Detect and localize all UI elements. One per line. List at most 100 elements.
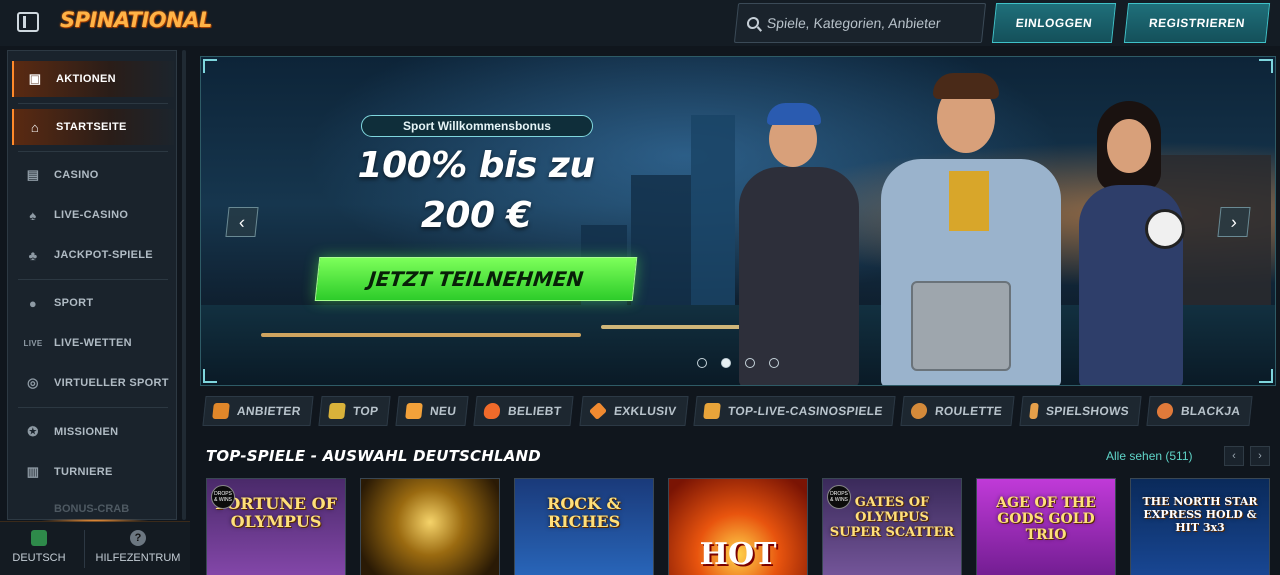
sidebar-item-label: JACKPOT-SPIELE (54, 249, 153, 261)
sidebar-item-jackpot-spiele[interactable]: ♣ JACKPOT-SPIELE (12, 237, 174, 273)
provider-icon (212, 403, 230, 419)
sidebar-item-aktionen[interactable]: ▣ AKTIONEN (12, 61, 174, 97)
search-input[interactable] (766, 15, 968, 31)
banner-dot[interactable] (745, 358, 755, 368)
footer-divider (84, 530, 85, 568)
top-header: SPINATIONAL EINLOGGEN REGISTRIEREN (0, 0, 1280, 46)
login-button[interactable]: EINLOGGEN (991, 3, 1117, 43)
see-all-link[interactable]: Alle sehen (511) (1106, 449, 1193, 463)
category-spielshows[interactable]: SPIELSHOWS (1019, 396, 1142, 426)
banner-dot-active[interactable] (721, 358, 731, 368)
sidebar-item-label: MISSIONEN (54, 426, 119, 438)
category-anbieter[interactable]: ANBIETER (202, 396, 314, 426)
sidebar-item-turniere[interactable]: ▥ TURNIERE (12, 454, 174, 490)
help-icon: ? (130, 530, 146, 546)
banner-pagination (697, 358, 779, 368)
game-title: ROCK & RICHES (547, 494, 621, 531)
sidebar-scrollbar[interactable] (182, 50, 186, 520)
search-box[interactable] (733, 3, 987, 43)
sidebar-divider (18, 279, 168, 280)
game-title: HOT (699, 537, 777, 572)
sidebar-item-label: AKTIONEN (56, 73, 116, 85)
banner-badge: Sport Willkommensbonus (361, 115, 593, 137)
sidebar-toggle-icon[interactable] (17, 12, 39, 32)
sidebar-item-sport[interactable]: ● SPORT (12, 285, 174, 321)
game-tile-gates-of-olympus[interactable]: DROPS & WINS GATES OF OLYMPUS SUPER SCAT… (822, 478, 962, 575)
banner-dot[interactable] (769, 358, 779, 368)
top-games-title: TOP-SPIELE - AUSWAHL DEUTSCHLAND (206, 447, 541, 465)
brand-logo[interactable]: SPINATIONAL (60, 8, 212, 38)
clover-icon: ♣ (28, 247, 38, 263)
banner-prev-arrow-icon[interactable]: ‹ (225, 207, 259, 237)
category-label: ANBIETER (236, 404, 302, 418)
game-tile-fortune-of-olympus[interactable]: DROPS & WINS FORTUNE OF OLYMPUS (206, 478, 346, 575)
game-tile-age-of-the-gods[interactable]: AGE OF THE GODS GOLD TRIO (976, 478, 1116, 575)
category-label: BELIEBT (507, 404, 563, 418)
street-lights (261, 333, 581, 337)
diamond-icon (588, 401, 607, 421)
category-beliebt[interactable]: BELIEBT (473, 396, 575, 426)
sidebar-item-label: TURNIERE (54, 466, 113, 478)
category-label: NEU (429, 404, 458, 418)
trophy-icon (327, 403, 346, 419)
category-blackjack[interactable]: BLACKJA (1146, 396, 1254, 426)
globe-icon (31, 530, 47, 546)
sidebar: ▣ AKTIONEN ⌂ STARTSEITE ▤ CASINO ♠ LIVE-… (7, 50, 177, 520)
sidebar-item-live-casino[interactable]: ♠ LIVE-CASINO (12, 197, 174, 233)
businessman-character (871, 71, 1071, 385)
mission-icon: ✪ (27, 424, 39, 439)
drops-wins-badge: DROPS & WINS (827, 485, 851, 509)
category-label: SPIELSHOWS (1045, 404, 1130, 418)
sidebar-item-missionen[interactable]: ✪ MISSIONEN (12, 414, 174, 450)
live-icon: LIVE (23, 338, 43, 348)
cards-icon: ♠ (29, 207, 37, 223)
promo-banner[interactable]: Sport Willkommensbonus 100% bis zu 200 €… (200, 56, 1276, 386)
microphone-icon (1029, 403, 1039, 419)
banner-headline-line2: 200 € (420, 195, 532, 236)
gift-icon: ▣ (28, 71, 42, 86)
roulette-icon (910, 403, 928, 419)
sidebar-item-virtueller-sport[interactable]: ◎ VIRTUELLER SPORT (12, 365, 174, 401)
category-bar: ANBIETER TOP NEU BELIEBT EXKLUSIV TOP-LI… (200, 396, 1276, 430)
category-roulette[interactable]: ROULETTE (900, 396, 1015, 426)
category-exklusiv[interactable]: EXKLUSIV (579, 396, 689, 426)
game-tile-north-star-express[interactable]: THE NORTH STAR EXPRESS HOLD & HIT 3x3 (1130, 478, 1270, 575)
banner-next-arrow-icon[interactable]: › (1217, 207, 1251, 237)
banner-corner (1259, 59, 1273, 73)
game-tile-golden[interactable] (360, 478, 500, 575)
baseball-player-character (721, 97, 871, 385)
help-label: HILFEZENTRUM (95, 552, 181, 564)
banner-headline-line1: 100% bis zu (357, 145, 595, 186)
register-button[interactable]: REGISTRIEREN (1123, 3, 1271, 43)
category-neu[interactable]: NEU (395, 396, 469, 426)
sidebar-divider (18, 151, 168, 152)
lightning-icon (405, 403, 423, 419)
sidebar-item-faded[interactable]: BONUS-CRAB (12, 503, 174, 519)
language-label: DEUTSCH (12, 552, 66, 564)
search-icon (746, 17, 760, 29)
game-tile-rock-riches[interactable]: ROCK & RICHES (514, 478, 654, 575)
sidebar-item-label: STARTSEITE (56, 121, 127, 133)
star-icon (703, 403, 722, 419)
sidebar-item-label: LIVE-CASINO (54, 209, 129, 221)
games-prev-arrow-icon[interactable]: ‹ (1224, 446, 1244, 466)
games-next-arrow-icon[interactable]: › (1250, 446, 1270, 466)
banner-corner (203, 369, 217, 383)
language-selector[interactable]: DEUTSCH (8, 530, 70, 564)
banner-dot[interactable] (697, 358, 707, 368)
join-now-button[interactable]: JETZT TEILNEHMEN (314, 257, 638, 301)
sidebar-item-live-wetten[interactable]: LIVE LIVE-WETTEN (12, 325, 174, 361)
sidebar-item-startseite[interactable]: ⌂ STARTSEITE (12, 109, 174, 145)
soccer-ball-icon: ● (28, 295, 38, 311)
category-top[interactable]: TOP (318, 396, 391, 426)
banner-corner (1259, 369, 1273, 383)
slot-machine-icon: ▤ (26, 167, 40, 182)
game-tile-hot[interactable]: HOT (668, 478, 808, 575)
home-icon: ⌂ (30, 119, 40, 135)
fire-icon (483, 403, 502, 419)
sidebar-item-label: SPORT (54, 297, 94, 309)
sidebar-item-casino[interactable]: ▤ CASINO (12, 157, 174, 193)
help-center-link[interactable]: ? HILFEZENTRUM (90, 530, 186, 564)
category-top-live-casinospiele[interactable]: TOP-LIVE-CASINOSPIELE (693, 396, 896, 426)
footer-glow (40, 519, 150, 522)
